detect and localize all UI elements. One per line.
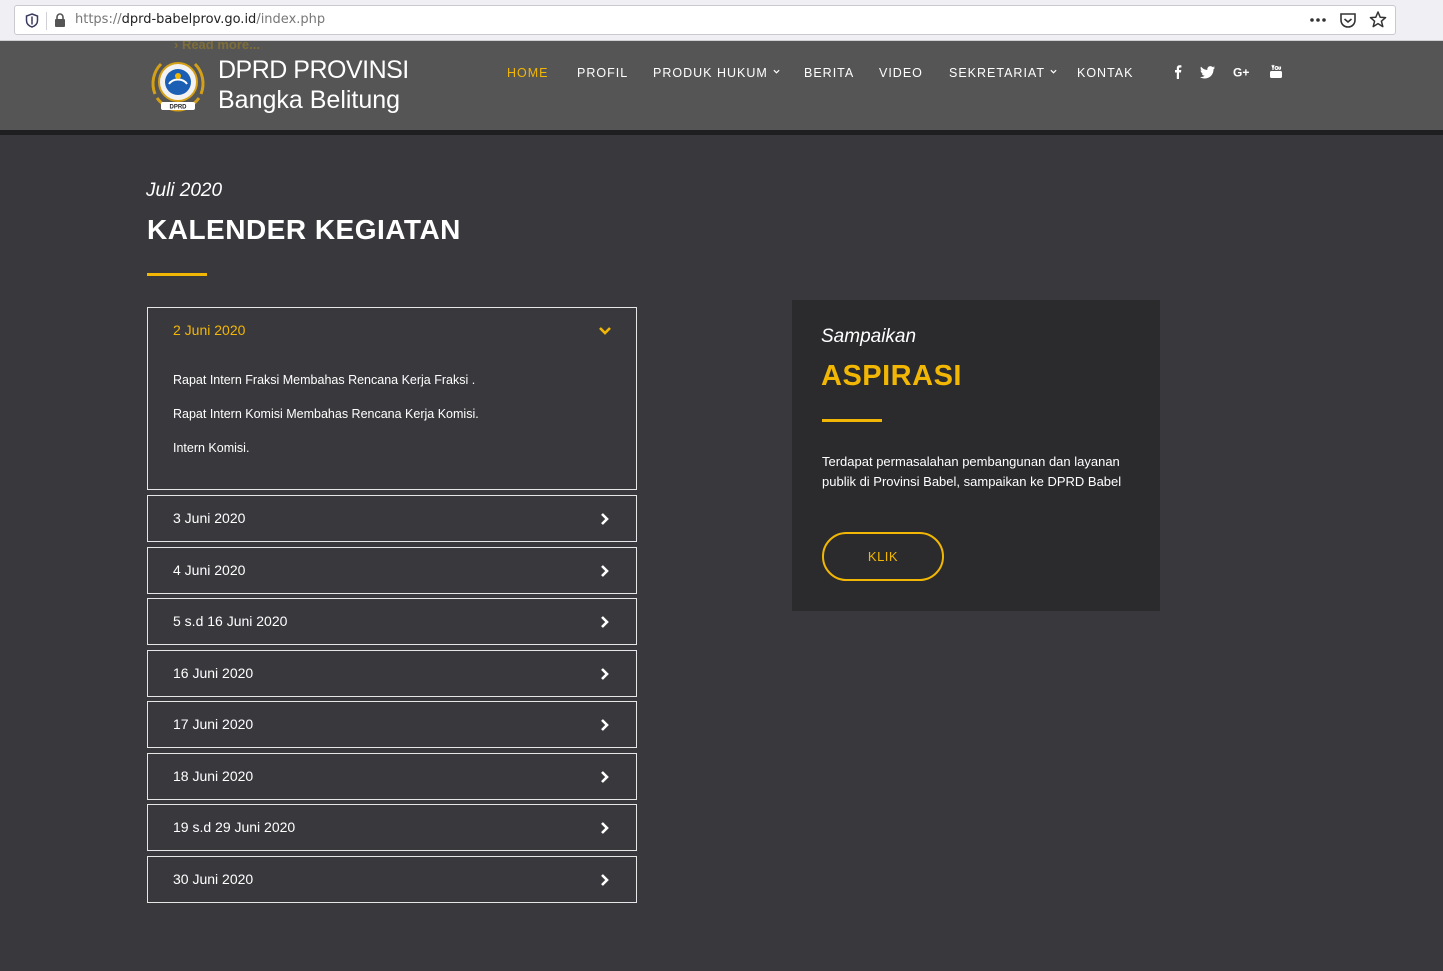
aspirasi-kicker: Sampaikan (821, 326, 917, 347)
agenda-line: Rapat Intern Fraksi Membahas Rencana Ker… (173, 373, 476, 387)
accordion-date: 18 Juni 2020 (173, 768, 254, 784)
header-border (0, 130, 1443, 135)
accordion-item-open[interactable]: 2 Juni 2020 Rapat Intern Fraksi Membahas… (147, 307, 637, 490)
chevron-right-icon (601, 565, 609, 577)
accordion-item[interactable]: 30 Juni 2020 (147, 856, 637, 903)
chevron-right-icon (601, 513, 609, 525)
chevron-right-icon (601, 668, 609, 680)
accordion-date[interactable]: 2 Juni 2020 (173, 322, 245, 338)
accordion-date: 30 Juni 2020 (173, 871, 254, 887)
chevron-right-icon (601, 771, 609, 783)
nav-home[interactable]: HOME (507, 66, 549, 80)
accordion-date: 5 s.d 16 Juni 2020 (173, 613, 288, 629)
accordion-item[interactable]: 3 Juni 2020 (147, 495, 637, 542)
accordion-date: 4 Juni 2020 (173, 562, 246, 578)
svg-text:G+: G+ (1233, 66, 1249, 80)
nav-sekretariat[interactable]: SEKRETARIAT (949, 66, 1057, 80)
aspirasi-title: ASPIRASI (821, 360, 962, 392)
title-underline (147, 273, 207, 276)
calendar-title: KALENDER KEGIATAN (147, 214, 461, 245)
accordion-item[interactable]: 18 Juni 2020 (147, 753, 637, 800)
accordion-item[interactable]: 19 s.d 29 Juni 2020 (147, 804, 637, 851)
nav-kontak[interactable]: KONTAK (1077, 66, 1133, 80)
chevron-down-icon[interactable] (598, 325, 612, 337)
pocket-icon[interactable] (1339, 10, 1357, 30)
bookmark-star-icon[interactable] (1369, 10, 1387, 30)
agenda-line: Rapat Intern Komisi Membahas Rencana Ker… (173, 407, 479, 421)
youtube-icon[interactable] (1268, 64, 1284, 80)
accordion-item[interactable]: 17 Juni 2020 (147, 701, 637, 748)
address-separator (46, 12, 47, 30)
site-header (0, 41, 1443, 130)
nav-berita[interactable]: BERITA (804, 66, 854, 80)
tracking-shield-icon[interactable] (25, 13, 39, 28)
accordion-date: 17 Juni 2020 (173, 716, 254, 732)
browser-toolbar: https://dprd-babelprov.go.id/index.php (0, 0, 1443, 41)
chevron-right-icon (601, 874, 609, 886)
google-plus-icon[interactable]: G+ (1233, 64, 1252, 80)
accordion-item[interactable]: 16 Juni 2020 (147, 650, 637, 697)
accordion-item[interactable]: 5 s.d 16 Juni 2020 (147, 598, 637, 645)
url-text[interactable]: https://dprd-babelprov.go.id/index.php (75, 12, 325, 27)
accordion-date: 19 s.d 29 Juni 2020 (173, 819, 296, 835)
brand-line-1[interactable]: DPRD PROVINSI (218, 56, 409, 85)
aspirasi-underline (822, 419, 882, 422)
more-actions-icon[interactable] (1309, 10, 1327, 30)
lock-icon[interactable] (53, 12, 67, 28)
aspirasi-description: Terdapat permasalahan pembangunan dan la… (822, 454, 1122, 489)
nav-video[interactable]: VIDEO (879, 66, 923, 80)
accordion-date: 16 Juni 2020 (173, 665, 254, 681)
dprd-logo[interactable]: DPRD (147, 54, 209, 118)
calendar-month: Juli 2020 (146, 180, 223, 201)
nav-profil[interactable]: PROFIL (577, 66, 628, 80)
chevron-down-icon (1050, 69, 1057, 74)
chevron-right-icon (601, 616, 609, 628)
accordion-item[interactable]: 4 Juni 2020 (147, 547, 637, 594)
svg-text:DPRD: DPRD (169, 105, 187, 111)
brand-line-2[interactable]: Bangka Belitung (218, 86, 400, 115)
read-more-link-fragment[interactable]: › Read more... (146, 41, 506, 50)
twitter-icon[interactable] (1200, 64, 1216, 80)
chevron-right-icon (601, 719, 609, 731)
accordion-date: 3 Juni 2020 (173, 510, 246, 526)
klik-button[interactable]: KLIK (822, 532, 944, 581)
nav-produk-hukum[interactable]: PRODUK HUKUM (653, 66, 780, 80)
chevron-down-icon (773, 69, 780, 74)
agenda-line: Intern Komisi. (173, 441, 250, 455)
facebook-icon[interactable] (1170, 64, 1186, 80)
address-bar[interactable]: https://dprd-babelprov.go.id/index.php (14, 5, 1396, 35)
aspirasi-panel: Sampaikan ASPIRASI Terdapat permasalahan… (792, 300, 1160, 611)
chevron-right-icon (601, 822, 609, 834)
